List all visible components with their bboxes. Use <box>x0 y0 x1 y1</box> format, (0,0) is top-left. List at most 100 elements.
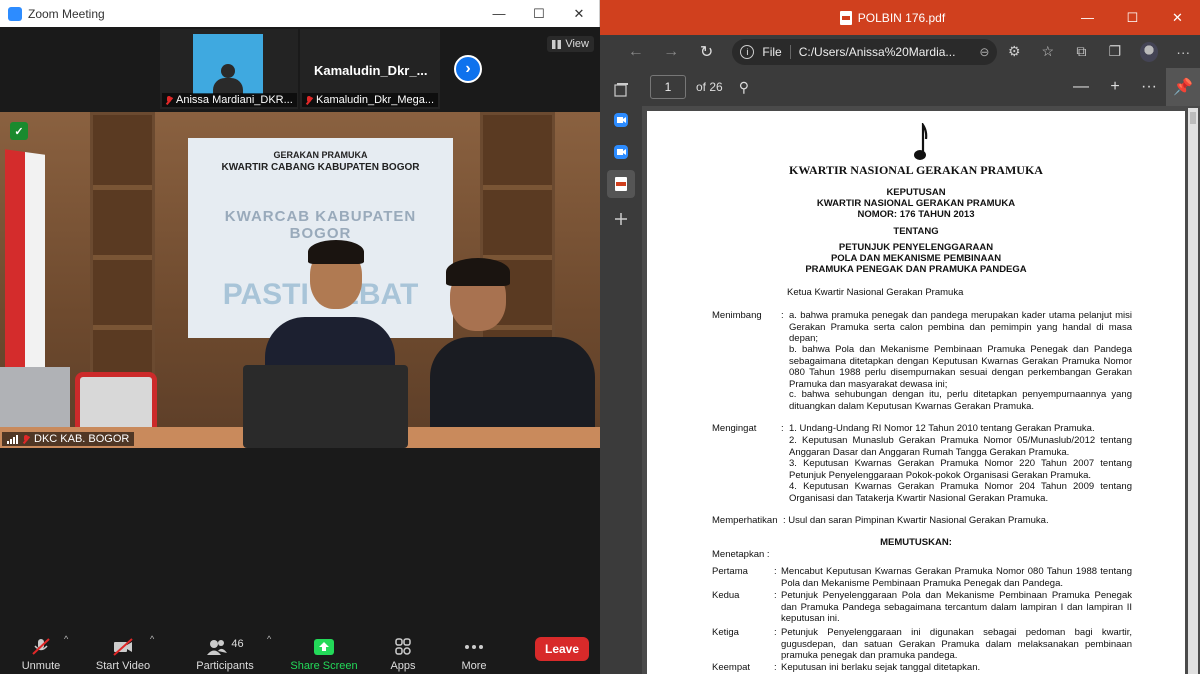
doc-subject: PETUNJUK PENYELENGGARAAN <box>838 242 994 253</box>
laptop <box>243 365 408 448</box>
doc-subject: PRAMUKA PENEGAK DAN PRAMUKA PANDEGA <box>805 264 1027 275</box>
zoom-out-button[interactable]: — <box>1064 78 1098 96</box>
doc-number: NOMOR: 176 TAHUN 2013 <box>857 209 975 220</box>
avatar <box>193 34 263 94</box>
pdf-page: KWARTIR NASIONAL GERAKAN PRAMUKA KEPUTUS… <box>647 111 1185 674</box>
shield-icon[interactable]: ✓ <box>10 122 28 140</box>
view-button[interactable]: View <box>547 36 594 52</box>
participant-tile[interactable]: Kamaludin_Dkr_... Kamaludin_Dkr_Mega... <box>300 29 440 109</box>
apps-button[interactable]: Apps <box>386 630 420 672</box>
refresh-icon[interactable]: ↻ <box>689 42 724 62</box>
address-bar: ← → ↻ i File C:/Users/Anissa%20Mardia...… <box>600 35 1200 68</box>
chevron-up-icon[interactable]: ^ <box>267 634 271 644</box>
collections-icon[interactable]: ⧉ <box>1065 43 1099 60</box>
active-speaker-video: GERAKAN PRAMUKA KWARTIR CABANG KABUPATEN… <box>0 112 600 448</box>
menimbang-item: b. bahwa Pola dan Mekanisme Pembinaan Pr… <box>789 344 1132 390</box>
extensions-icon[interactable]: ❐ <box>1098 43 1132 60</box>
section-label: Pertama <box>712 566 748 577</box>
pdf-window-title: POLBIN 176.pdf <box>857 10 946 25</box>
pin-toolbar-icon[interactable]: 📌 <box>1166 68 1200 106</box>
zoom-out-icon[interactable]: ⊖ <box>979 45 989 59</box>
menimbang-item: c. bahwa sehubungan dengan itu, perlu di… <box>789 389 1132 412</box>
pdf-toolbar: 1 of 26 ⚲ — + ··· 📌 <box>642 68 1200 106</box>
info-icon[interactable]: i <box>740 44 755 59</box>
back-arrow-icon[interactable]: ← <box>618 43 653 61</box>
file-label: File <box>762 44 782 59</box>
gallery-strip: Anissa Mardiani_DKR... Kamaludin_Dkr_...… <box>0 27 600 112</box>
chevron-up-icon[interactable]: ^ <box>150 634 154 644</box>
search-icon[interactable]: ⚲ <box>739 79 749 96</box>
more-icon <box>465 645 483 649</box>
zoom-in-button[interactable]: + <box>1098 78 1132 96</box>
favorites-icon[interactable]: ☆ <box>1031 43 1065 60</box>
grid-icon <box>552 39 562 49</box>
mic-muted-icon <box>22 434 30 444</box>
start-video-button[interactable]: Start Video <box>92 630 154 672</box>
memperhatikan-text: : Usul dan saran Pimpinan Kwartir Nasion… <box>783 515 1049 526</box>
decision-item: Petunjuk Penyelenggaraan Pola dan Mekani… <box>781 590 1132 624</box>
tabs-icon[interactable] <box>613 82 629 98</box>
page-total: of 26 <box>696 80 723 94</box>
zoom-tab-icon[interactable] <box>613 112 629 128</box>
maximize-button[interactable]: ☐ <box>519 0 559 27</box>
url-field[interactable]: i File C:/Users/Anissa%20Mardia... ⊖ <box>732 38 998 65</box>
participant-name-label: Anissa Mardiani_DKR... <box>162 93 297 107</box>
minimize-button[interactable]: — <box>479 0 519 27</box>
close-button[interactable]: ✕ <box>1155 0 1200 35</box>
forward-arrow-icon[interactable]: → <box>653 43 688 61</box>
signal-icon <box>7 434 18 444</box>
org-heading: KWARTIR NASIONAL GERAKAN PRAMUKA <box>789 163 1043 177</box>
leave-button[interactable]: Leave <box>535 637 589 661</box>
section-label: Menimbang <box>712 310 762 321</box>
pdf-tab-icon <box>615 177 627 191</box>
more-options-button[interactable]: ··· <box>1132 78 1166 96</box>
doc-ketua: Ketua Kwartir Nasional Gerakan Pramuka <box>787 287 964 298</box>
zoom-titlebar: Zoom Meeting — ☐ ✕ <box>0 0 600 27</box>
edge-sidebar <box>600 68 642 674</box>
doc-subject: POLA DAN MEKANISME PEMBINAAN <box>830 253 1002 264</box>
mengingat-item: 2. Keputusan Munaslub Gerakan Pramuka No… <box>789 435 1132 458</box>
zoom-tab-icon[interactable] <box>613 144 629 160</box>
mic-muted-icon <box>165 96 173 105</box>
participants-button[interactable]: 46 Participants <box>193 630 257 672</box>
zoom-logo-icon <box>8 6 22 21</box>
mic-off-icon <box>32 638 50 655</box>
page-number-input[interactable]: 1 <box>650 75 686 99</box>
tracking-prevention-icon[interactable]: ⚙ <box>997 43 1031 60</box>
scout-banner: GERAKAN PRAMUKA KWARTIR CABANG KABUPATEN… <box>188 138 453 338</box>
menimbang-item: a. bahwa pramuka penegak dan pandega mer… <box>789 310 1132 344</box>
next-page-button[interactable]: › <box>454 55 482 83</box>
memutuskan-heading: MEMUTUSKAN: <box>880 537 952 548</box>
pdf-titlebar: POLBIN 176.pdf — ☐ ✕ <box>600 0 1200 35</box>
video-off-icon <box>113 638 133 656</box>
section-label: Menetapkan : <box>712 549 770 560</box>
new-tab-icon[interactable] <box>613 211 629 227</box>
url-text[interactable]: C:/Users/Anissa%20Mardia... <box>799 45 972 59</box>
minimize-button[interactable]: — <box>1065 0 1110 35</box>
decision-item: Mencabut Keputusan Kwarnas Gerakan Pramu… <box>781 566 1132 589</box>
maximize-button[interactable]: ☐ <box>1110 0 1155 35</box>
settings-more-icon[interactable]: ··· <box>1166 44 1200 60</box>
close-button[interactable]: ✕ <box>559 0 599 27</box>
mic-muted-icon <box>305 96 313 105</box>
share-screen-icon <box>314 639 334 655</box>
share-screen-button[interactable]: Share Screen <box>290 630 358 672</box>
vertical-scrollbar[interactable] <box>1188 108 1198 674</box>
mengingat-item: 1. Undang-Undang RI Nomor 12 Tahun 2010 … <box>789 423 1095 434</box>
participants-icon <box>207 640 228 655</box>
section-label: Kedua <box>712 590 740 601</box>
profile-avatar[interactable] <box>1139 41 1159 62</box>
participant-tile[interactable]: Anissa Mardiani_DKR... <box>160 29 298 109</box>
decision-item: Petunjuk Penyelenggaraan ini digunakan s… <box>781 627 1132 661</box>
participants-count: 46 <box>231 638 244 650</box>
unmute-button[interactable]: Unmute <box>18 630 64 672</box>
document-area: KWARTIR NASIONAL GERAKAN PRAMUKA KEPUTUS… <box>642 106 1200 674</box>
apps-icon <box>395 638 411 655</box>
participant-name-label: Kamaludin_Dkr_Mega... <box>302 93 438 107</box>
section-label: Ketiga <box>712 627 739 638</box>
active-tab-highlight[interactable] <box>607 170 635 198</box>
doc-issuer: KWARTIR NASIONAL GERAKAN PRAMUKA <box>816 198 1016 209</box>
more-button[interactable]: More <box>458 630 490 672</box>
chevron-up-icon[interactable]: ^ <box>64 634 68 644</box>
flag <box>5 149 45 385</box>
